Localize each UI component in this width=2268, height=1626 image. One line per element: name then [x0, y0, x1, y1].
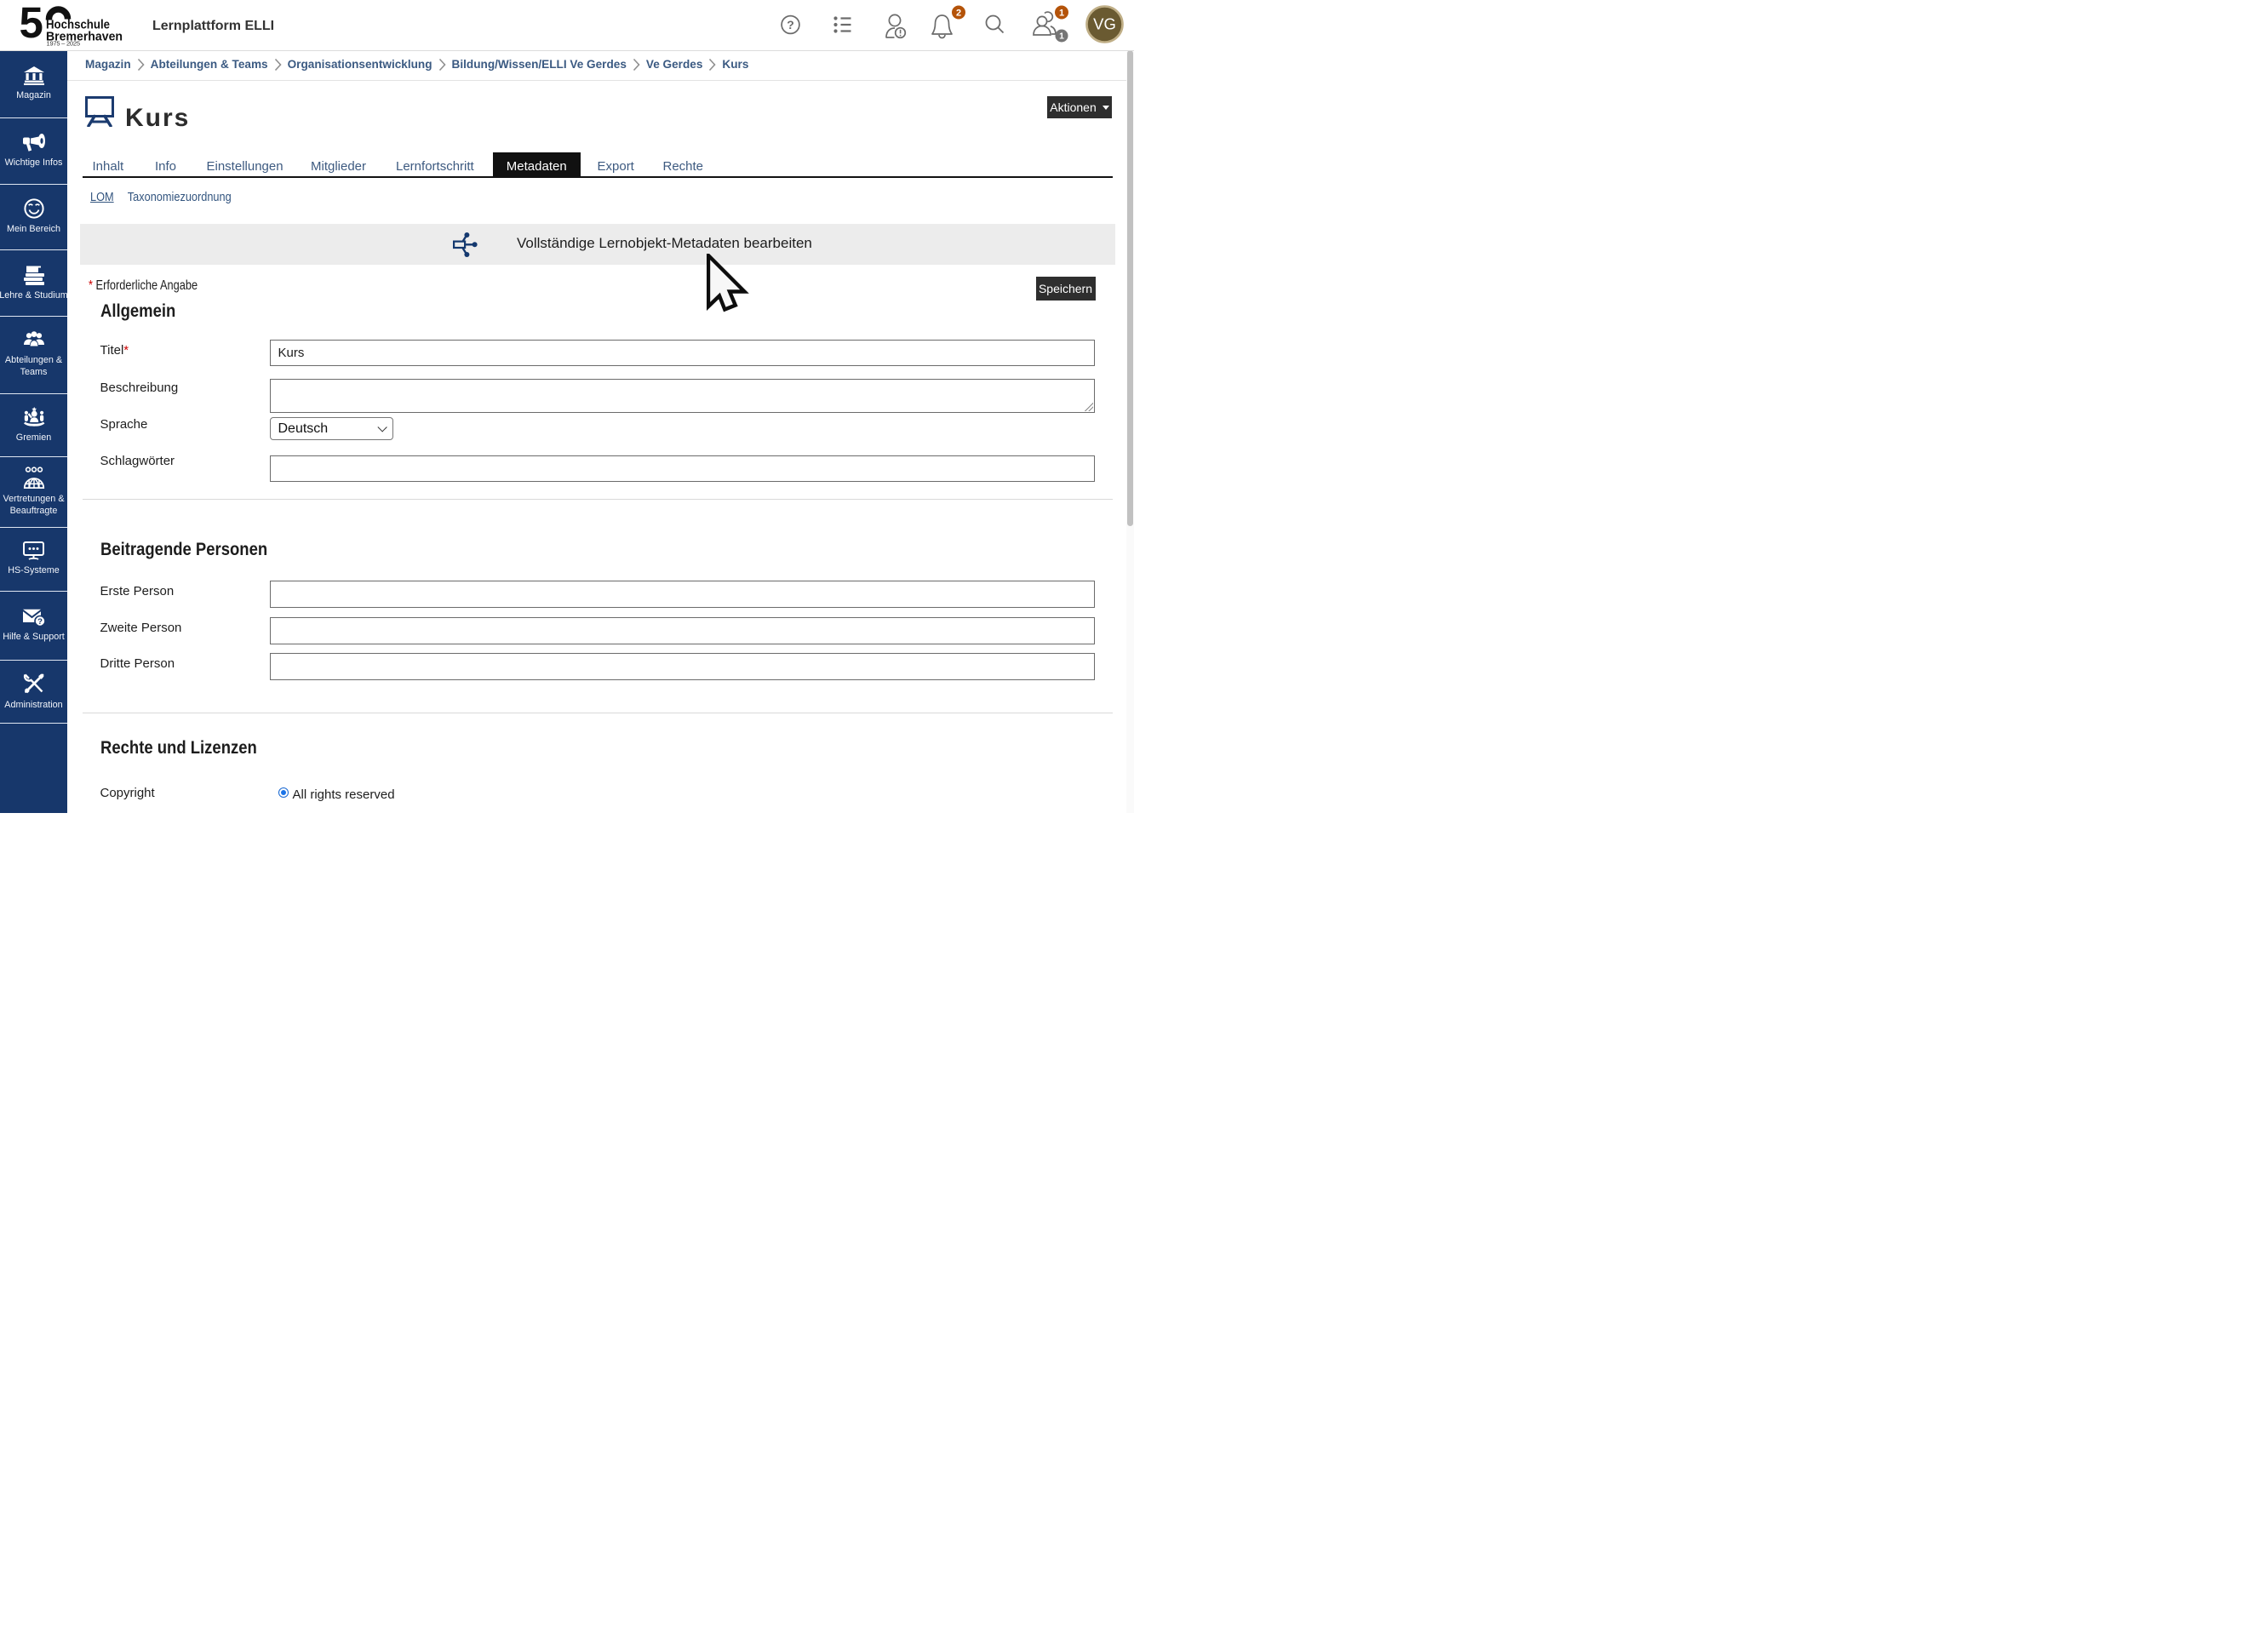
svg-text:5: 5 — [20, 0, 43, 47]
svg-text:1975 – 2025: 1975 – 2025 — [47, 40, 81, 48]
svg-text:2: 2 — [956, 8, 961, 18]
svg-text:1: 1 — [1059, 8, 1064, 18]
svg-text:1: 1 — [1059, 31, 1064, 42]
svg-text:VG: VG — [1093, 15, 1116, 33]
svg-text:?: ? — [787, 18, 794, 31]
svg-text:?: ? — [37, 617, 43, 627]
